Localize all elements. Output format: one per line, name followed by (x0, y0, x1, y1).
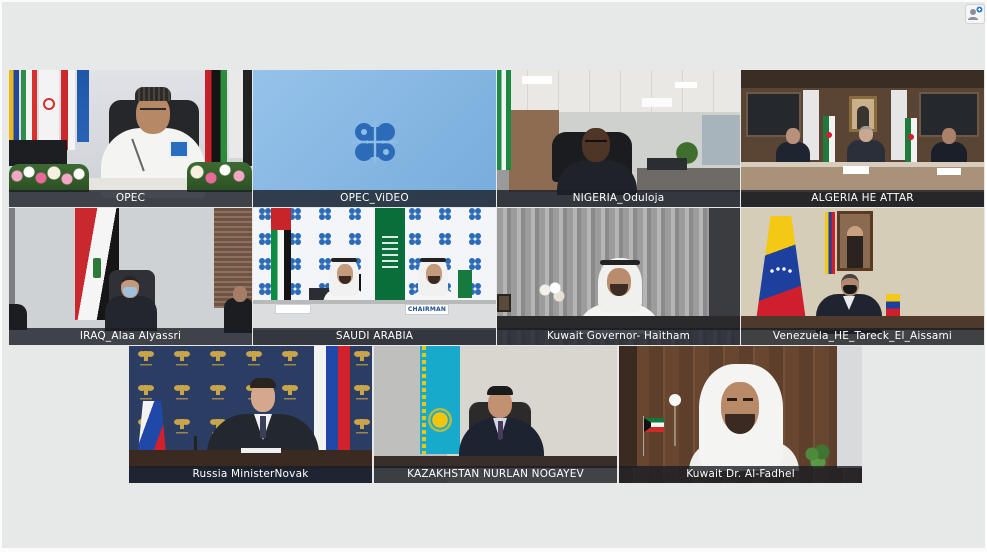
flag-ornament (422, 346, 426, 454)
person-igal (600, 260, 640, 265)
person-face (859, 126, 873, 142)
participants-button[interactable] (965, 4, 985, 24)
dark-panel (709, 208, 740, 328)
flag-venezuela-desk (886, 294, 900, 316)
nameplate (843, 166, 869, 174)
photo-frame (497, 294, 511, 312)
flag-libya (205, 70, 227, 162)
plant (804, 444, 832, 468)
flag-script (382, 236, 398, 270)
participant-name-label: Kuwait Governor- Haitham (497, 328, 740, 345)
flag-stars (769, 266, 793, 276)
video-tile-nigeria[interactable]: NIGERIA_Oduloja (497, 70, 740, 207)
person-eyebrow (727, 398, 737, 401)
flag (77, 70, 89, 142)
ceiling-light (522, 76, 552, 84)
person-igal (420, 258, 446, 262)
participant-name-label: NIGERIA_Oduloja (497, 190, 740, 207)
flag-saudi-small (458, 270, 472, 298)
flag-script (93, 258, 101, 278)
nameplate (275, 304, 311, 314)
person-tie (498, 421, 503, 439)
monitor (647, 158, 687, 170)
video-tile-kuwait-governor[interactable]: Kuwait Governor- Haitham (497, 208, 740, 345)
person-partial (9, 304, 27, 330)
person-tie (260, 416, 266, 438)
participants-icon (968, 6, 983, 20)
ceiling-light (642, 98, 672, 107)
opec-logo-icon (352, 121, 398, 163)
papers (241, 448, 281, 453)
flag-crescent (908, 134, 914, 140)
video-tile-saudi-arabia[interactable]: CHAIRMAN SAUDI ARABIA (253, 208, 496, 345)
flag (61, 70, 75, 150)
participant-name-label: KAZAKHSTAN NURLAN NOGAYEV (374, 466, 617, 483)
flag-algeria (905, 118, 917, 162)
curtain (837, 346, 862, 468)
participant-name-label: OPEC (9, 190, 252, 207)
video-tile-algeria[interactable]: ALGERIA HE ATTAR (741, 70, 984, 207)
person-cap (135, 87, 171, 101)
lamp (669, 394, 681, 406)
flag-emblem (43, 98, 55, 110)
flag-kazakhstan (420, 346, 460, 454)
person-face (942, 128, 956, 144)
person-hair (250, 378, 276, 388)
face-mask (123, 287, 137, 297)
flag-nigeria (497, 70, 511, 170)
glasses (140, 108, 166, 113)
ceiling (741, 70, 984, 88)
participant-name-label: OPEC_ViDEO (253, 190, 496, 207)
lamp-post (674, 406, 676, 446)
flowers (539, 282, 565, 304)
chairman-nameplate: CHAIRMAN (405, 304, 449, 315)
monitor (9, 140, 67, 166)
opec-badge (169, 140, 189, 158)
flag (243, 70, 252, 166)
nameplate (937, 168, 961, 175)
ceiling-light (675, 82, 697, 88)
video-tile-kazakhstan[interactable]: KAZAKHSTAN NURLAN NOGAYEV (374, 346, 617, 483)
person-suit (105, 296, 157, 331)
participant-name-label: Kuwait Dr. Al-Fadhel (619, 466, 862, 483)
flag-crescent (826, 132, 832, 138)
participant-name-label: Russia MinisterNovak (129, 466, 372, 483)
participant-name-label: Venezuela_HE_Tareck_El_Aissami (741, 328, 984, 345)
flag-sun (428, 408, 452, 432)
person-eyebrow (743, 398, 753, 401)
person-igal (331, 258, 357, 262)
flag (229, 70, 243, 158)
flag-uae (271, 208, 291, 312)
video-tile-opec[interactable]: OPEC (9, 70, 252, 207)
flowers (9, 164, 89, 192)
person-hair (487, 386, 513, 395)
flag-algeria (823, 116, 835, 162)
glasses (585, 140, 607, 145)
windows (702, 115, 740, 165)
person-face (233, 286, 247, 302)
dark-wall (619, 346, 637, 468)
video-tile-iraq[interactable]: IRAQ_Alaa Alyassri (9, 208, 252, 345)
participant-name-label: ALGERIA HE ATTAR (741, 190, 984, 207)
flag-venezuela-small (825, 212, 835, 274)
video-tile-opec-video[interactable]: OPEC_ViDEO (253, 70, 496, 207)
portrait-figure (847, 226, 863, 268)
participant-name-label: SAUDI ARABIA (253, 328, 496, 345)
participant-name-label: IRAQ_Alaa Alyassri (9, 328, 252, 345)
video-tile-russia[interactable]: Russia MinisterNovak (129, 346, 372, 483)
video-tile-kuwait-al-fadhel[interactable]: Kuwait Dr. Al-Fadhel (619, 346, 862, 483)
desk (637, 168, 740, 192)
person-face (582, 128, 610, 162)
person-face (786, 128, 800, 144)
video-tile-venezuela[interactable]: Venezuela_HE_Tareck_El_Aissami (741, 208, 984, 345)
flowers (187, 162, 252, 192)
